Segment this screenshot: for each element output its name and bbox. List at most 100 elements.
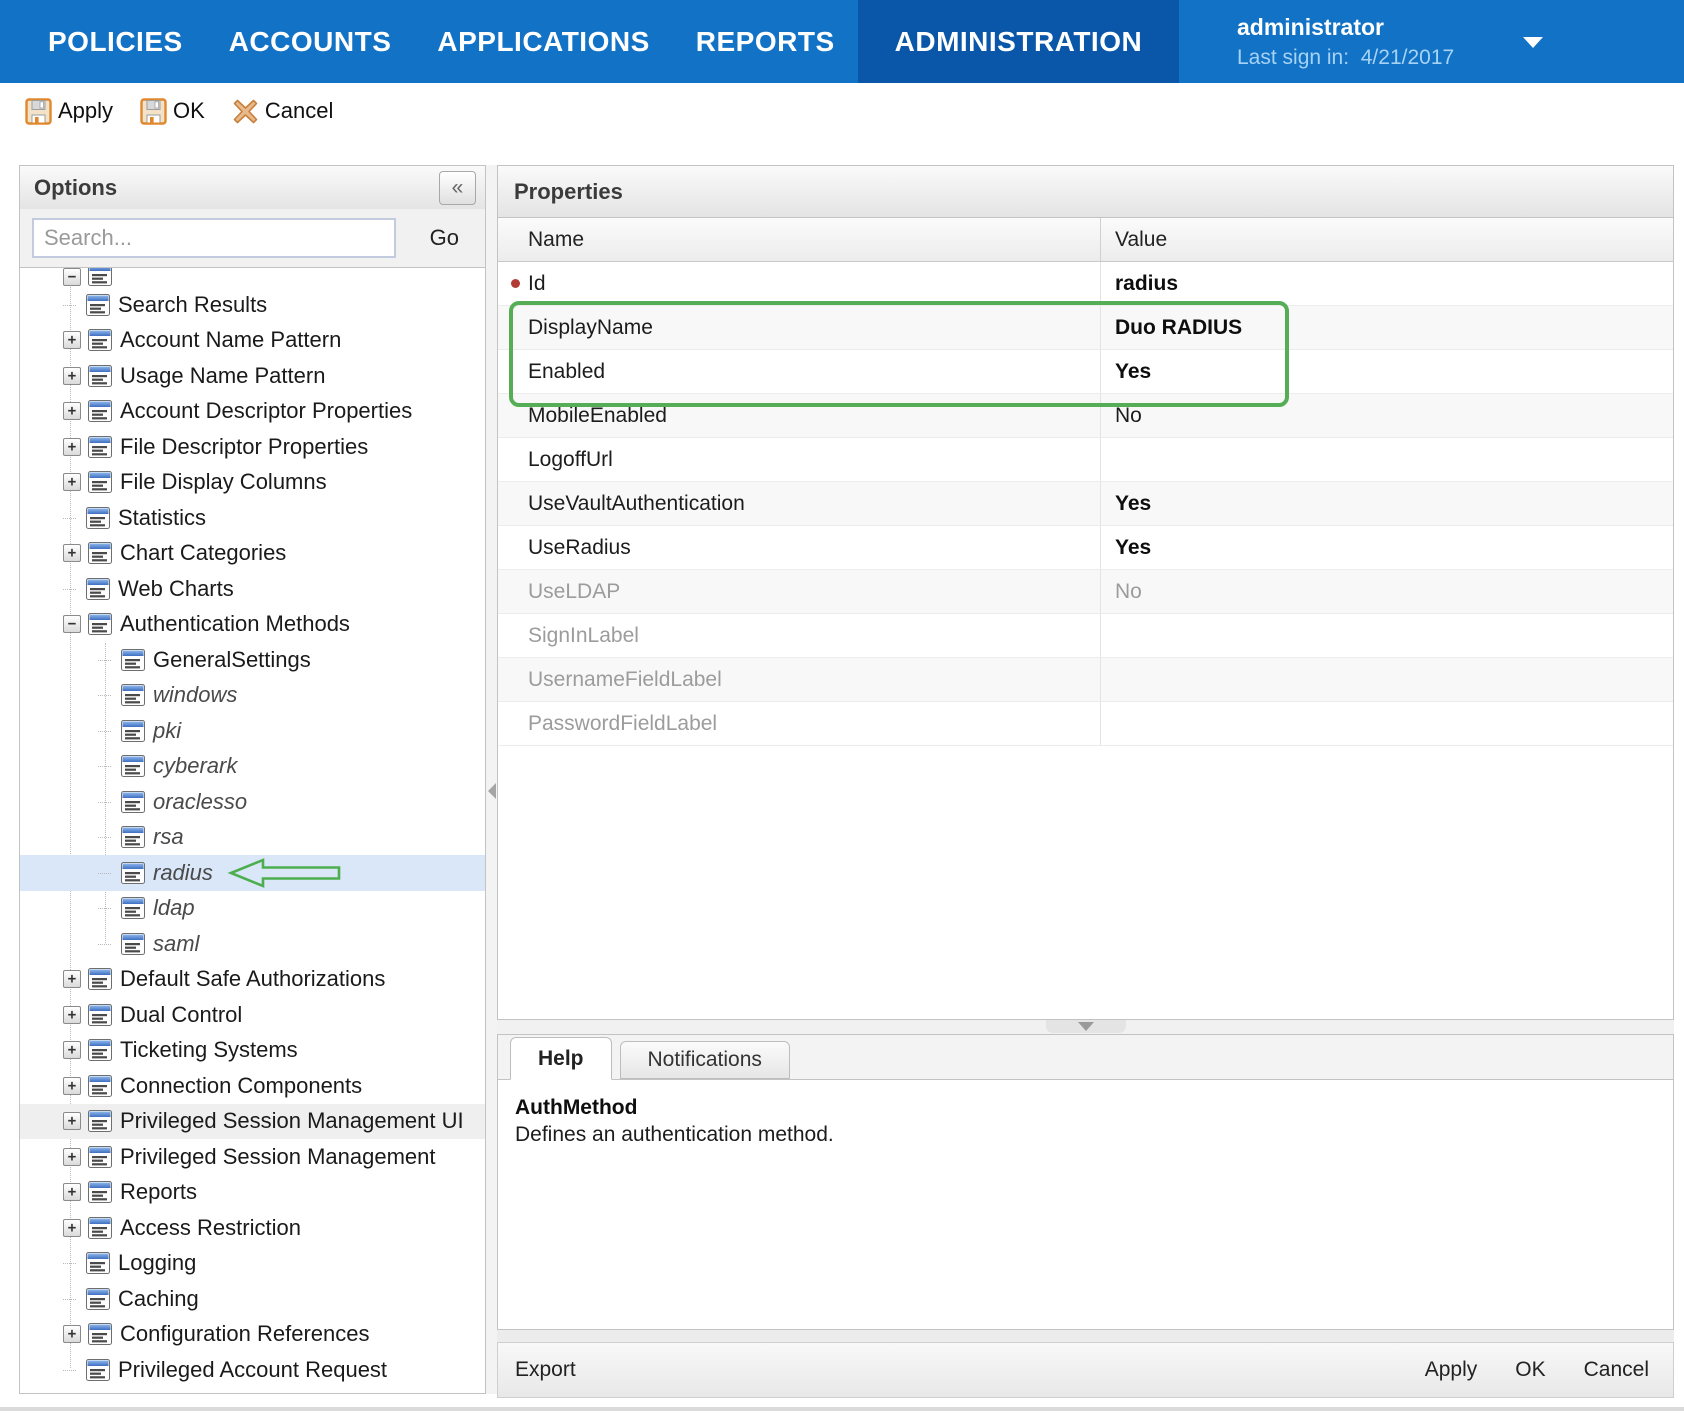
property-row-enabled[interactable]: Enabled Yes bbox=[498, 350, 1673, 394]
property-row-signinlabel[interactable]: SignInLabel bbox=[498, 614, 1673, 658]
tree-item-file-descriptor-properties[interactable]: + File Descriptor Properties bbox=[20, 429, 485, 465]
splitter-collapse-down-handle[interactable] bbox=[1046, 1020, 1126, 1033]
tree-item-statistics[interactable]: Statistics bbox=[20, 500, 485, 536]
settings-node-icon bbox=[86, 1359, 110, 1381]
tree-expander-icon[interactable]: + bbox=[63, 1219, 81, 1237]
footer-ok-button[interactable]: OK bbox=[1515, 1358, 1545, 1382]
tree-item-pki[interactable]: pki bbox=[20, 713, 485, 749]
search-input[interactable] bbox=[32, 218, 396, 258]
tree-item-oraclesso[interactable]: oraclesso bbox=[20, 784, 485, 820]
nav-tab-administration[interactable]: ADMINISTRATION bbox=[858, 0, 1180, 83]
settings-node-icon bbox=[88, 613, 112, 635]
user-dropdown-caret-icon[interactable] bbox=[1523, 37, 1543, 48]
tree-item-radius[interactable]: radius bbox=[20, 855, 485, 891]
tab-notifications[interactable]: Notifications bbox=[620, 1041, 790, 1079]
tree-expander-icon[interactable]: + bbox=[63, 331, 81, 349]
search-go-button[interactable]: Go bbox=[430, 225, 459, 251]
property-row-useldap[interactable]: UseLDAP No bbox=[498, 570, 1673, 614]
tree-item-dual-control[interactable]: + Dual Control bbox=[20, 997, 485, 1033]
tree-item-caching[interactable]: Caching bbox=[20, 1281, 485, 1317]
tree-expander-icon[interactable]: + bbox=[63, 1006, 81, 1024]
property-row-logoffurl[interactable]: LogoffUrl bbox=[498, 438, 1673, 482]
tree-item-reports[interactable]: + Reports bbox=[20, 1175, 485, 1211]
settings-node-icon bbox=[86, 294, 110, 316]
tree-item-cyberark[interactable]: cyberark bbox=[20, 749, 485, 785]
tree-item-saml[interactable]: saml bbox=[20, 926, 485, 962]
panel-splitter[interactable] bbox=[486, 165, 497, 1394]
property-row-usernamefieldlabel[interactable]: UsernameFieldLabel bbox=[498, 658, 1673, 702]
tree-item-rsa[interactable]: rsa bbox=[20, 820, 485, 856]
tree-item-windows[interactable]: windows bbox=[20, 678, 485, 714]
tree-expander-icon[interactable]: + bbox=[63, 1148, 81, 1166]
export-button[interactable]: Export bbox=[515, 1358, 576, 1382]
column-header-name: Name bbox=[498, 218, 1101, 261]
collapse-panel-button[interactable]: « bbox=[439, 171, 476, 205]
tree-expander-icon[interactable]: + bbox=[63, 1183, 81, 1201]
tree-expander-icon[interactable]: − bbox=[63, 615, 81, 633]
tree-expander-icon[interactable]: + bbox=[63, 1077, 81, 1095]
cancel-x-icon bbox=[232, 98, 259, 125]
last-sign-in: Last sign in: 4/21/2017 bbox=[1237, 46, 1454, 70]
property-row-mobileenabled[interactable]: MobileEnabled No bbox=[498, 394, 1673, 438]
settings-node-icon bbox=[121, 791, 145, 813]
settings-node-icon bbox=[88, 400, 112, 422]
settings-node-icon bbox=[121, 649, 145, 671]
nav-tab-policies[interactable]: POLICIES bbox=[25, 0, 206, 83]
tree-item-connection-components[interactable]: + Connection Components bbox=[20, 1068, 485, 1104]
tree-item-generalsettings[interactable]: GeneralSettings bbox=[20, 642, 485, 678]
splitter-collapse-left-icon[interactable] bbox=[488, 783, 496, 799]
tree-item-ticketing-systems[interactable]: + Ticketing Systems bbox=[20, 1033, 485, 1069]
save-icon bbox=[25, 98, 52, 125]
footer-apply-button[interactable]: Apply bbox=[1425, 1358, 1478, 1382]
tree-item-usage-name-pattern[interactable]: + Usage Name Pattern bbox=[20, 358, 485, 394]
tree-item-ldap[interactable]: ldap bbox=[20, 891, 485, 927]
tree-expander-icon[interactable]: + bbox=[63, 1041, 81, 1059]
tree-expander-icon[interactable]: − bbox=[63, 268, 81, 286]
nav-tab-applications[interactable]: APPLICATIONS bbox=[414, 0, 672, 83]
settings-node-icon bbox=[88, 1323, 112, 1345]
tree-item-privileged-account-request[interactable]: Privileged Account Request bbox=[20, 1352, 485, 1388]
tree-item[interactable]: − bbox=[20, 268, 485, 287]
settings-node-icon bbox=[88, 1181, 112, 1203]
property-row-id[interactable]: Id radius bbox=[498, 262, 1673, 306]
nav-tab-reports[interactable]: REPORTS bbox=[673, 0, 858, 83]
tree-expander-icon[interactable]: + bbox=[63, 1112, 81, 1130]
tree-item-authentication-methods[interactable]: − Authentication Methods bbox=[20, 607, 485, 643]
nav-tab-accounts[interactable]: ACCOUNTS bbox=[206, 0, 415, 83]
properties-table: Name Value Id radius DisplayName Duo RAD… bbox=[497, 218, 1674, 1020]
tree-item-default-safe-authorizations[interactable]: + Default Safe Authorizations bbox=[20, 962, 485, 998]
tree-item-access-restriction[interactable]: + Access Restriction bbox=[20, 1210, 485, 1246]
tree-expander-icon[interactable]: + bbox=[63, 402, 81, 420]
tree-item-logging[interactable]: Logging bbox=[20, 1246, 485, 1282]
tree-item-account-descriptor-properties[interactable]: + Account Descriptor Properties bbox=[20, 394, 485, 430]
tree-item-account-name-pattern[interactable]: + Account Name Pattern bbox=[20, 323, 485, 359]
tree-item-privileged-session-management[interactable]: + Privileged Session Management bbox=[20, 1139, 485, 1175]
tree-leaf-connector bbox=[63, 1362, 79, 1378]
apply-button[interactable]: Apply bbox=[25, 98, 113, 125]
tree-expander-icon[interactable]: + bbox=[63, 544, 81, 562]
tree-item-chart-categories[interactable]: + Chart Categories bbox=[20, 536, 485, 572]
tree-expander-icon[interactable]: + bbox=[63, 473, 81, 491]
tree-item-search-results[interactable]: Search Results bbox=[20, 287, 485, 323]
tree-item-configuration-references[interactable]: + Configuration References bbox=[20, 1317, 485, 1353]
help-panel-splitter[interactable] bbox=[497, 1020, 1674, 1034]
tree-item-privileged-session-management-ui[interactable]: + Privileged Session Management UI bbox=[20, 1104, 485, 1140]
cancel-button[interactable]: Cancel bbox=[232, 98, 333, 125]
tree-item-web-charts[interactable]: Web Charts bbox=[20, 571, 485, 607]
settings-node-icon bbox=[88, 968, 112, 990]
user-menu[interactable]: administrator Last sign in: 4/21/2017 bbox=[1237, 0, 1454, 83]
footer-cancel-button[interactable]: Cancel bbox=[1584, 1358, 1649, 1382]
property-row-useradius[interactable]: UseRadius Yes bbox=[498, 526, 1673, 570]
tree-expander-icon[interactable]: + bbox=[63, 1325, 81, 1343]
property-row-passwordfieldlabel[interactable]: PasswordFieldLabel bbox=[498, 702, 1673, 746]
tree-expander-icon[interactable]: + bbox=[63, 367, 81, 385]
settings-node-icon bbox=[88, 436, 112, 458]
tree-expander-icon[interactable]: + bbox=[63, 970, 81, 988]
property-row-usevaultauthentication[interactable]: UseVaultAuthentication Yes bbox=[498, 482, 1673, 526]
ok-button[interactable]: OK bbox=[140, 98, 205, 125]
tab-help[interactable]: Help bbox=[510, 1037, 612, 1080]
tree-item-file-display-columns[interactable]: + File Display Columns bbox=[20, 465, 485, 501]
property-row-displayname[interactable]: DisplayName Duo RADIUS bbox=[498, 306, 1673, 350]
options-panel-header: Options « bbox=[19, 165, 486, 210]
tree-expander-icon[interactable]: + bbox=[63, 438, 81, 456]
